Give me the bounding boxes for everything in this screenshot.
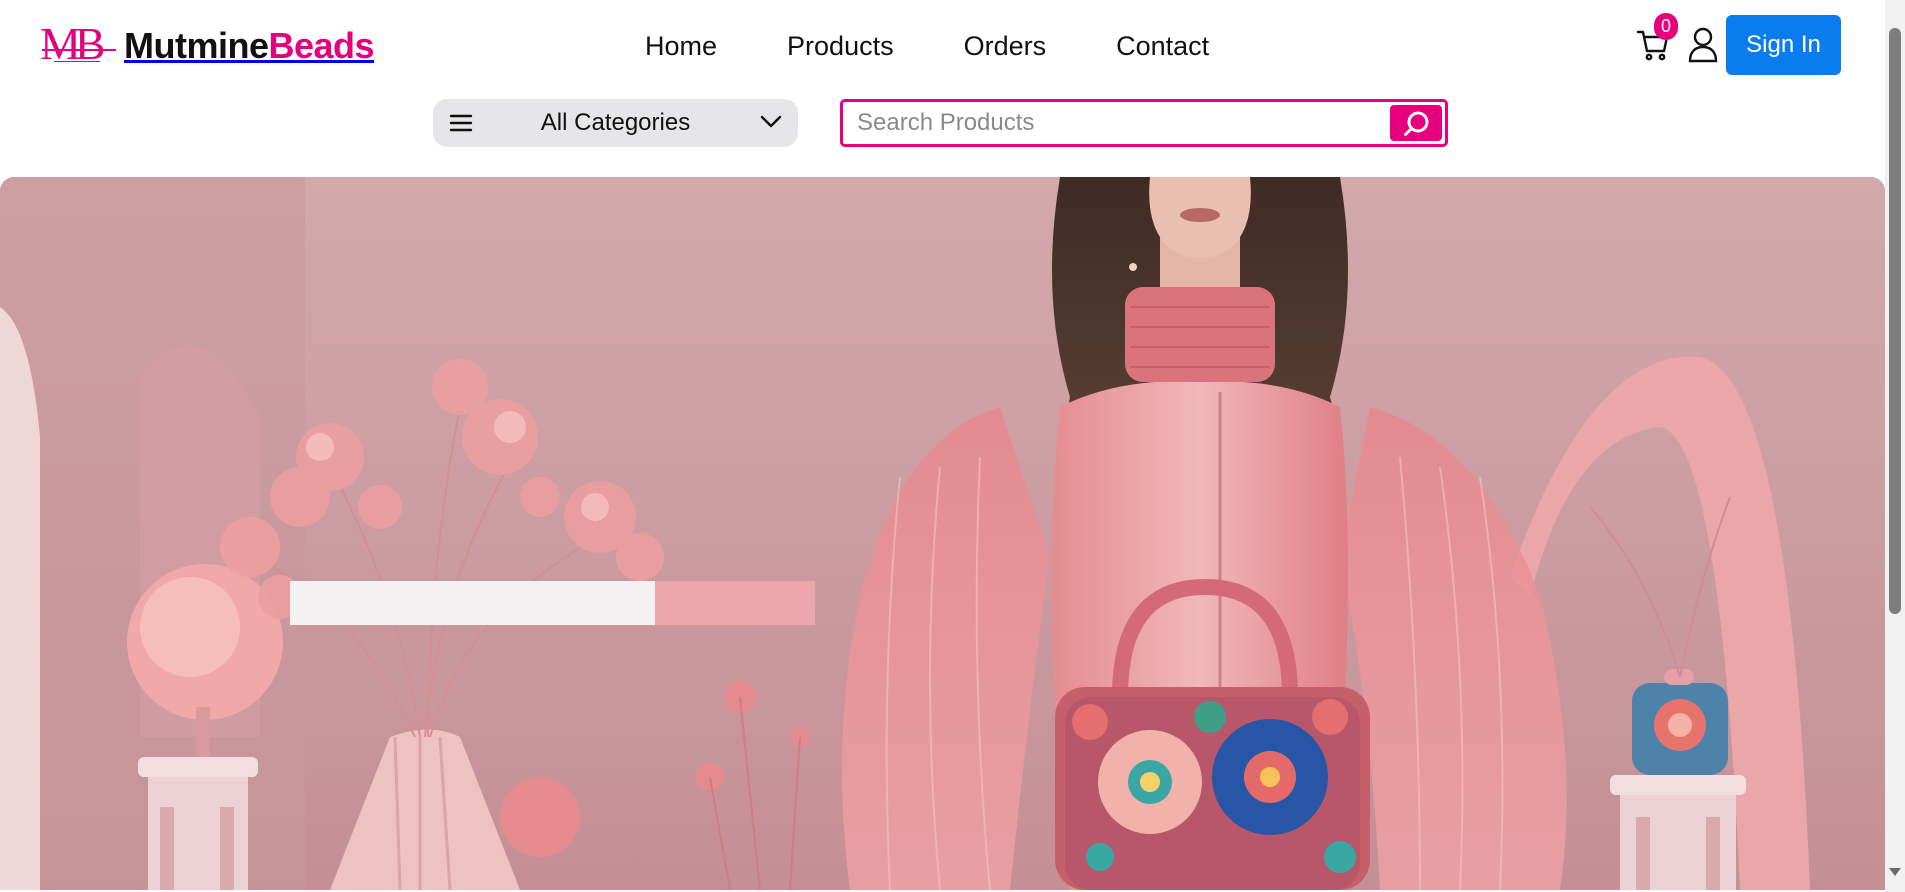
nav-orders[interactable]: Orders [964,28,1047,64]
category-dropdown[interactable]: All Categories [433,99,798,147]
sign-in-button[interactable]: Sign In [1726,15,1841,75]
nav-home[interactable]: Home [645,28,717,64]
search-icon [1404,111,1429,136]
chevron-down-icon [760,115,782,129]
brand-name: MutmineBeads [124,22,375,66]
brand-logo[interactable]: MB MutmineBeads [40,18,375,69]
logo-monogram: MB [40,18,106,69]
nav-contact[interactable]: Contact [1116,28,1209,64]
category-selected-label: All Categories [540,109,691,136]
cart-count-badge: 0 [1654,13,1678,40]
top-navbar: MB MutmineBeads Home Products Orders Con… [0,0,1885,92]
search-bar [840,99,1448,147]
search-input[interactable] [857,108,1377,138]
logo-mark: MB [40,18,118,69]
scroll-thumb[interactable] [1889,28,1901,614]
scroll-down-arrow-icon[interactable] [1889,868,1901,876]
hero-illustration [0,177,1885,890]
logo-underline [42,49,116,51]
logo-subline [54,61,100,62]
page-scrollbar[interactable] [1885,0,1905,892]
user-icon[interactable] [1688,27,1718,63]
main-nav: Home Products Orders Contact [645,28,1209,64]
brand-name-part1: Mutmine [124,25,269,66]
hero-banner[interactable] [0,177,1885,890]
nav-products[interactable]: Products [787,28,894,64]
search-button[interactable] [1390,105,1442,141]
brand-name-part2: Beads [268,25,375,66]
